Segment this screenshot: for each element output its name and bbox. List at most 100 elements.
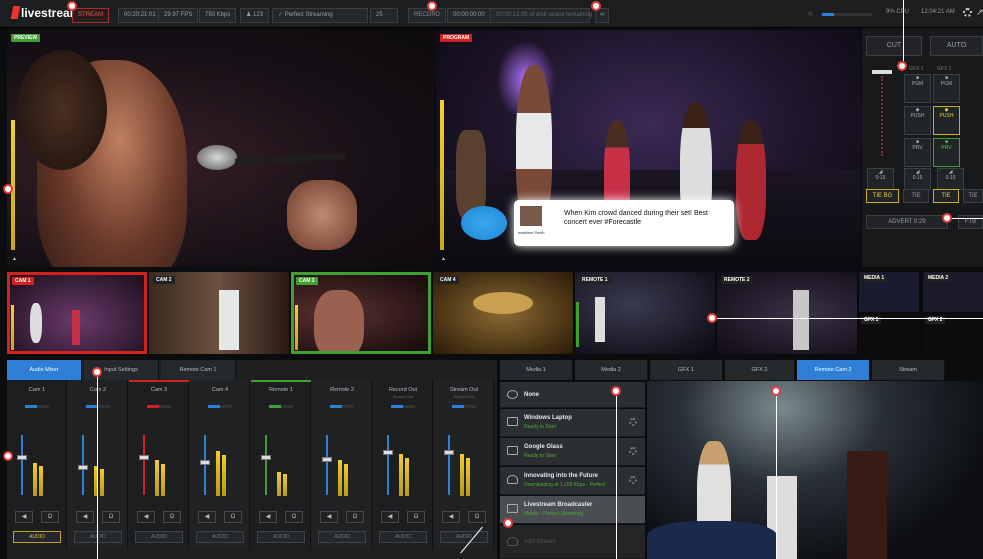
transition-duration-1[interactable]: ◢ 0:15 xyxy=(867,168,894,190)
multiview-remote2[interactable]: REMOTE 2 xyxy=(717,272,857,354)
tie-button-3[interactable]: TIE xyxy=(963,189,983,203)
headphones-icon[interactable]: Ω xyxy=(102,511,120,523)
media-item-windows-laptop[interactable]: Windows Laptop Ready to Start xyxy=(500,409,645,437)
tab-remote-cam-2[interactable]: Remote Cam 2 xyxy=(797,360,870,380)
fader-track[interactable] xyxy=(326,435,328,495)
trim-slider[interactable] xyxy=(330,405,354,408)
headphones-icon[interactable]: Ω xyxy=(407,511,425,523)
gear-icon[interactable] xyxy=(963,8,972,17)
gear-icon[interactable] xyxy=(629,418,637,426)
tab-gfx-1[interactable]: GFX 1 xyxy=(650,360,723,380)
multiview-cam2[interactable]: CAM 2 xyxy=(149,272,289,354)
bitrate-readout[interactable]: 750 Kbps xyxy=(199,8,237,23)
multiview-remote1[interactable]: REMOTE 1 xyxy=(575,272,715,354)
audio-button[interactable]: AUDIO xyxy=(257,531,305,543)
multiview-media1[interactable]: MEDIA 1 xyxy=(859,272,919,312)
gfx1-pgm-button[interactable]: ■ PGM xyxy=(904,74,931,103)
tab-audio-mixer[interactable]: Audio Mixer xyxy=(7,360,82,380)
fullscreen-icon[interactable]: ↗ xyxy=(976,7,983,18)
multiview-cam3[interactable]: CAM 3 xyxy=(291,272,431,354)
gfx1-push-button[interactable]: ◆ PUSH xyxy=(904,106,931,135)
trim-slider[interactable] xyxy=(269,405,293,408)
tbar-handle[interactable] xyxy=(872,70,892,74)
tie-button-1[interactable]: TIE xyxy=(903,189,929,203)
tie-bg-button[interactable]: TIE BG xyxy=(866,189,899,203)
speaker-icon[interactable]: ◀ xyxy=(442,511,460,523)
gfx2-prv-button[interactable]: ■ PRV xyxy=(933,138,960,167)
fader-knob[interactable] xyxy=(261,455,271,460)
gfx1-prv-button[interactable]: ■ PRV xyxy=(904,138,931,167)
fader-track[interactable] xyxy=(448,435,450,495)
gear-icon[interactable] xyxy=(629,447,637,455)
cut-button[interactable]: CUT xyxy=(866,36,922,56)
fader-knob[interactable] xyxy=(322,457,332,462)
fader-knob[interactable] xyxy=(78,465,88,470)
tab-stream[interactable]: Stream xyxy=(872,360,945,380)
multiview-gfx2[interactable]: GFX 2 xyxy=(923,314,983,354)
tie-button-2[interactable]: TIE xyxy=(933,189,959,203)
media-item-google-glass[interactable]: Google Glass Ready to Start xyxy=(500,438,645,466)
add-stream-button[interactable]: Add Stream xyxy=(500,525,645,559)
audio-button[interactable]: AUDIO xyxy=(440,531,488,543)
speaker-icon[interactable]: ◀ xyxy=(76,511,94,523)
trim-slider[interactable] xyxy=(452,405,476,408)
multiview-gfx1[interactable]: GFX 1 xyxy=(859,314,919,354)
speaker-icon[interactable]: ◀ xyxy=(259,511,277,523)
trim-slider[interactable] xyxy=(391,405,415,408)
fader-track[interactable] xyxy=(21,435,23,495)
media-item-none[interactable]: None xyxy=(500,382,645,408)
audio-button[interactable]: AUDIO xyxy=(318,531,366,543)
fader-knob[interactable] xyxy=(444,450,454,455)
fader-knob[interactable] xyxy=(17,455,27,460)
speaker-icon[interactable]: ◀ xyxy=(198,511,216,523)
media-item-livestream-broadcaster[interactable]: Livestream Broadcaster Mobile - Perfect S… xyxy=(500,496,645,524)
tab-media-2[interactable]: Media 2 xyxy=(575,360,648,380)
audio-button[interactable]: AUDIO xyxy=(13,531,61,543)
audio-button[interactable]: AUDIO xyxy=(74,531,122,543)
transition-duration-3[interactable]: ◢ 0:15 xyxy=(937,168,964,190)
headphones-icon[interactable]: Ω xyxy=(468,511,486,523)
media-item-innovating[interactable]: Innovating into the Future Downloading at… xyxy=(500,467,645,495)
headphones-icon[interactable]: Ω xyxy=(163,511,181,523)
fader-track[interactable] xyxy=(265,435,267,495)
fader-knob[interactable] xyxy=(139,455,149,460)
preview-monitor[interactable]: PREVIEW ▲ xyxy=(7,30,434,267)
transition-duration-2[interactable]: ◢ 0:15 xyxy=(904,168,931,190)
headphones-icon[interactable]: Ω xyxy=(224,511,242,523)
fader-knob[interactable] xyxy=(200,460,210,465)
gfx2-push-button[interactable]: ◆ PUSH xyxy=(933,106,960,135)
volume-slider[interactable] xyxy=(822,13,872,16)
trim-slider[interactable] xyxy=(208,405,232,408)
headphones-icon[interactable]: Ω xyxy=(285,511,303,523)
gear-icon[interactable] xyxy=(629,476,637,484)
speaker-icon[interactable]: ◀ xyxy=(320,511,338,523)
tab-remote-cam-1[interactable]: Remote Cam 1 xyxy=(161,360,236,380)
speaker-icon[interactable]: ◀ xyxy=(15,511,33,523)
headphones-icon[interactable]: Ω xyxy=(41,511,59,523)
tab-media-1[interactable]: Media 1 xyxy=(500,360,573,380)
stream-button[interactable]: STREAM xyxy=(72,8,110,23)
headphones-icon[interactable]: Ω xyxy=(346,511,364,523)
program-monitor[interactable]: PROGRAM matthew Smith When Kim crowd dan… xyxy=(436,30,861,267)
fader-knob[interactable] xyxy=(383,450,393,455)
auto-button[interactable]: AUTO xyxy=(930,36,983,56)
trim-slider[interactable] xyxy=(25,405,49,408)
trim-slider[interactable] xyxy=(147,405,171,408)
speaker-icon[interactable]: ◀ xyxy=(381,511,399,523)
audio-button[interactable]: AUDIO xyxy=(196,531,244,543)
multiview-media2[interactable]: MEDIA 2 xyxy=(923,272,983,312)
tbar-track[interactable] xyxy=(881,76,883,156)
fader-track[interactable] xyxy=(143,435,145,495)
fader-track[interactable] xyxy=(387,435,389,495)
audio-button[interactable]: AUDIO xyxy=(379,531,427,543)
tab-gfx-2[interactable]: GFX 2 xyxy=(725,360,795,380)
trim-slider[interactable] xyxy=(86,405,110,408)
advert-button[interactable]: ADVERT 0:29 xyxy=(866,215,948,229)
multiview-cam1[interactable]: CAM 1 xyxy=(7,272,147,354)
multiview-cam4[interactable]: CAM 4 xyxy=(433,272,573,354)
record-button[interactable]: RECORD xyxy=(408,8,447,23)
gfx2-pgm-button[interactable]: ■ PGM xyxy=(933,74,960,103)
audio-button[interactable]: AUDIO xyxy=(135,531,183,543)
fader-track[interactable] xyxy=(204,435,206,495)
speaker-icon[interactable]: ◀ xyxy=(137,511,155,523)
